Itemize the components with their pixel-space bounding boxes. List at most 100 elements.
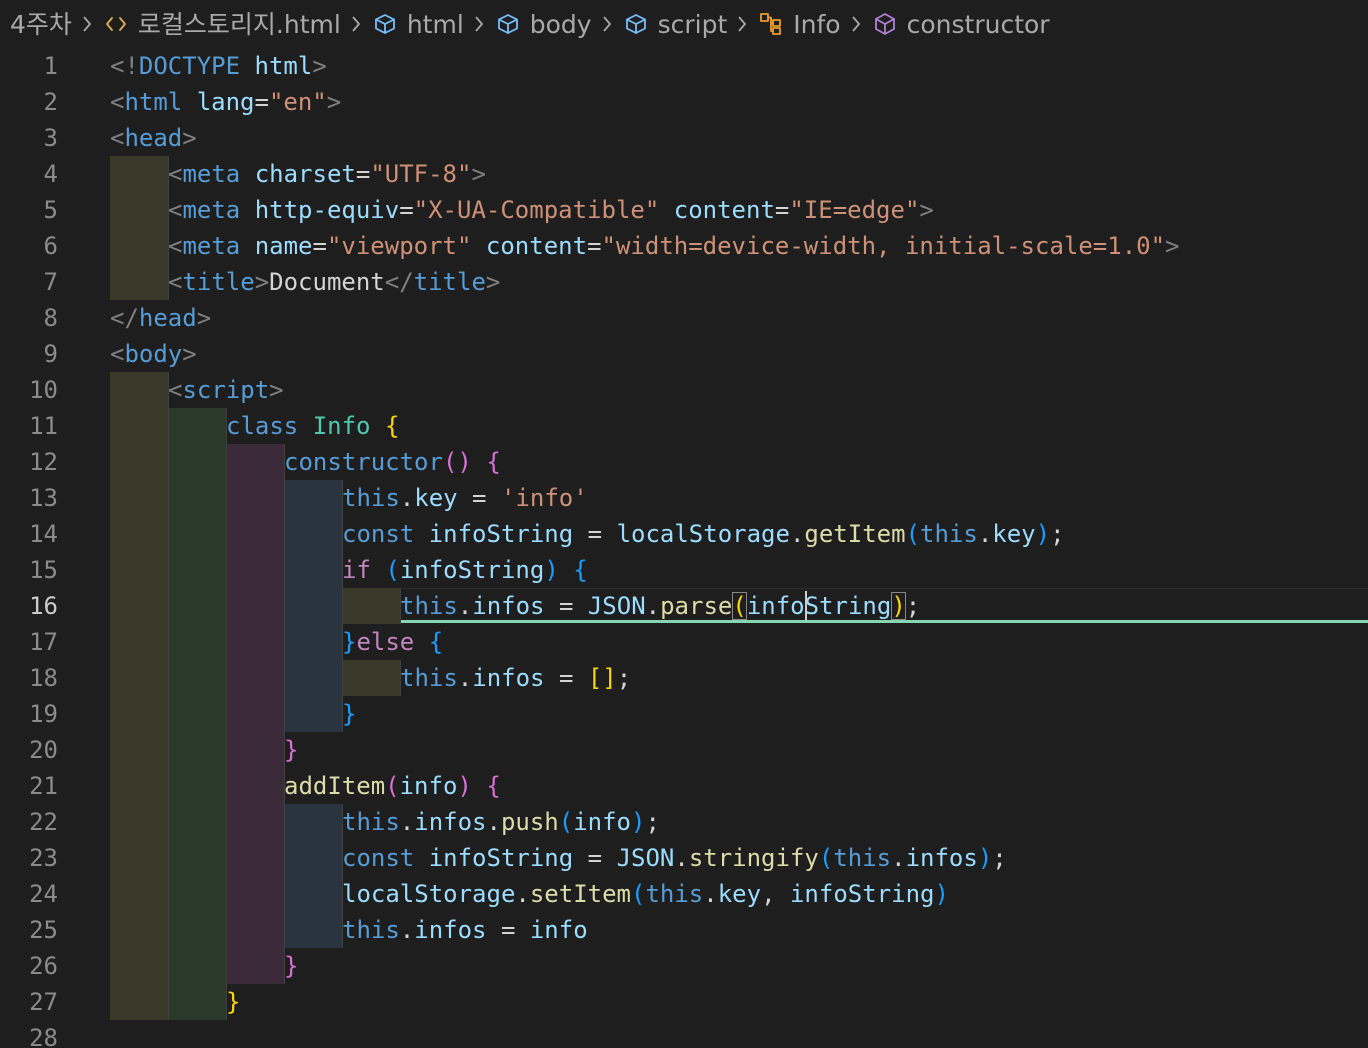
code-line[interactable]: 2 <html lang="en"> [0, 84, 1368, 120]
code-line[interactable]: 10 <script> [0, 372, 1368, 408]
indent-guide [226, 840, 284, 876]
chevron-right-icon [81, 15, 93, 33]
code-line[interactable]: 16 this.infos = JSON.parse(infoString); [0, 588, 1368, 624]
code-token: head [138, 304, 197, 332]
code-token: const [342, 520, 415, 548]
code-line[interactable]: 14 const infoString = localStorage.getIte… [0, 516, 1368, 552]
code-line[interactable]: 5 <meta http-equiv="X-UA-Compatible" cont… [0, 192, 1368, 228]
indent-guide [110, 840, 168, 876]
code-token: infoString [428, 520, 574, 548]
code-token: , [761, 880, 790, 908]
code-line[interactable]: 1 <!DOCTYPE html> [0, 48, 1368, 84]
indent-guide [226, 696, 284, 732]
code-token: meta [182, 160, 241, 188]
line-number: 28 [29, 1024, 58, 1048]
code-token: this [400, 664, 458, 692]
code-line[interactable]: 20} [0, 732, 1368, 768]
code-line[interactable]: 17}else { [0, 624, 1368, 660]
code-text: if (infoString) { [342, 552, 588, 588]
code-line[interactable]: 18 this.infos = []; [0, 660, 1368, 696]
code-text: </head> [110, 300, 211, 336]
indent-guide [226, 912, 284, 948]
code-line[interactable]: 28 [0, 1020, 1368, 1048]
code-token: ) [891, 592, 906, 620]
indent-rule [226, 624, 227, 660]
breadcrumb-item[interactable]: html [371, 10, 464, 38]
line-number: 25 [29, 916, 58, 944]
code-line[interactable]: 23 const infoString = JSON.stringify(this… [0, 840, 1368, 876]
indent-guide [168, 948, 226, 984]
code-token: = [399, 196, 414, 224]
breadcrumb-item[interactable]: body [494, 10, 592, 38]
code-line[interactable]: 4 <meta charset="UTF-8"> [0, 156, 1368, 192]
code-token: "X-UA-Compatible" [413, 196, 660, 224]
code-token: . [891, 844, 906, 872]
code-token: < [168, 232, 183, 260]
code-editor[interactable]: 1 <!DOCTYPE html> 2 <html lang="en"> 3 <head>… [0, 48, 1368, 1048]
breadcrumb-item[interactable]: 4주차 [10, 12, 72, 37]
code-line[interactable]: 11 class Info { [0, 408, 1368, 444]
indent-rule [226, 696, 227, 732]
code-token: Info [312, 412, 371, 440]
indent-rule [168, 516, 169, 552]
indent-rule [226, 588, 227, 624]
code-token: ( [818, 844, 834, 872]
indent-rule [168, 660, 169, 696]
code-line[interactable]: 19} [0, 696, 1368, 732]
code-token: JSON [587, 592, 646, 620]
code-line[interactable]: 9 <body> [0, 336, 1368, 372]
indent-rule [168, 768, 169, 804]
code-token: const [342, 844, 415, 872]
chevron-right-icon [473, 15, 485, 33]
indent-rule [284, 588, 285, 624]
indent-guide [226, 732, 284, 768]
indent-guide [110, 588, 168, 624]
code-token: ( [558, 808, 574, 836]
breadcrumb-item[interactable]: script [622, 10, 727, 38]
code-line[interactable]: 26} [0, 948, 1368, 984]
indent-guide [284, 660, 342, 696]
chevron-right-icon [601, 15, 613, 33]
indent-guide [168, 876, 226, 912]
breadcrumb-item[interactable]: constructor [871, 10, 1050, 38]
code-line[interactable]: 27} [0, 984, 1368, 1020]
breadcrumb-item[interactable]: 로컬스토리지.html [102, 10, 341, 38]
code-line[interactable]: 15 if (infoString) { [0, 552, 1368, 588]
indent-rule [168, 624, 169, 660]
code-token: info [529, 916, 588, 944]
code-line[interactable]: 21 addItem(info) { [0, 768, 1368, 804]
code-token: lang [196, 88, 255, 116]
indent-rule [284, 552, 285, 588]
code-line[interactable]: 8 </head> [0, 300, 1368, 336]
code-line[interactable]: 7 <title>Document</title> [0, 264, 1368, 300]
code-line[interactable]: 25 this.infos = info [0, 912, 1368, 948]
code-token: = [774, 196, 790, 224]
breadcrumb-item[interactable]: Info [757, 10, 841, 38]
code-text: this.key = 'info' [342, 480, 588, 516]
indent-guide [110, 624, 168, 660]
code-token: > [196, 304, 212, 332]
code-line[interactable]: 12 constructor() { [0, 444, 1368, 480]
code-token: ) [631, 808, 646, 836]
code-token: JSON [616, 844, 675, 872]
code-token: http-equiv [254, 196, 400, 224]
indent-rule [168, 552, 169, 588]
indent-guide [168, 588, 226, 624]
code-line[interactable]: 3 <head> [0, 120, 1368, 156]
code-token: "en" [268, 88, 327, 116]
code-line[interactable]: 6 <meta name="viewport" content="width=de… [0, 228, 1368, 264]
code-text: this.infos = []; [400, 660, 631, 696]
code-line[interactable]: 24 localStorage.setItem(this.key, infoStr… [0, 876, 1368, 912]
indent-guide [110, 660, 168, 696]
indent-rule [226, 552, 227, 588]
line-number: 23 [29, 844, 58, 872]
code-line[interactable]: 22 this.infos.push(info); [0, 804, 1368, 840]
code-token: < [168, 376, 183, 404]
code-token: this [645, 880, 704, 908]
code-line[interactable]: 13 this.key = 'info' [0, 480, 1368, 516]
code-text: } [284, 732, 298, 768]
line-number: 5 [43, 196, 58, 224]
